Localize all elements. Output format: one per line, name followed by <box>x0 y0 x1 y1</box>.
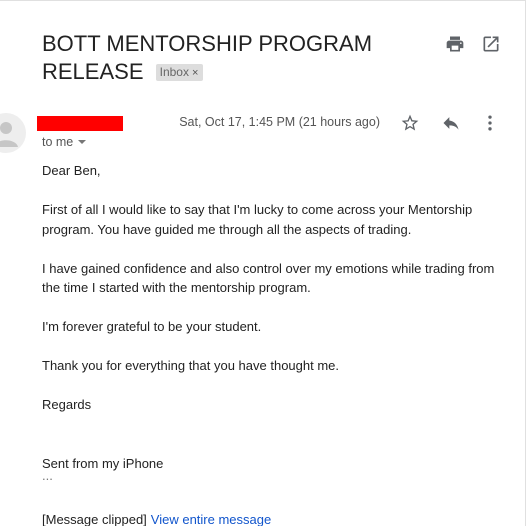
reply-icon[interactable] <box>441 113 461 133</box>
body-closing: Regards <box>42 397 92 412</box>
email-body: Dear Ben, First of all I would like to s… <box>42 161 512 483</box>
body-greeting: Dear Ben, <box>42 163 101 178</box>
star-icon[interactable] <box>400 113 420 133</box>
email-date: Sat, Oct 17, 1:45 PM (21 hours ago) <box>179 115 380 129</box>
print-icon[interactable] <box>445 34 465 54</box>
inbox-label-text: Inbox <box>159 65 189 79</box>
remove-label-icon[interactable]: × <box>192 67 198 79</box>
recipient-text: to me <box>42 135 74 149</box>
body-paragraph-4: Thank you for everything that you have t… <box>42 358 340 373</box>
sender-name-redacted <box>37 116 123 131</box>
message-clipped-text: [Message clipped] <box>42 512 147 526</box>
open-in-new-window-icon[interactable] <box>481 34 501 54</box>
recipient-dropdown[interactable]: to me <box>42 135 87 149</box>
inbox-label-chip[interactable]: Inbox × <box>155 64 204 81</box>
subject-text: BOTT MENTORSHIP PROGRAM RELEASE <box>42 31 373 84</box>
chevron-down-icon <box>78 140 87 144</box>
email-view: BOTT MENTORSHIP PROGRAM RELEASE Inbox × t… <box>0 0 526 526</box>
more-vertical-icon[interactable] <box>480 113 500 133</box>
default-avatar-icon <box>0 113 26 153</box>
body-paragraph-2: I have gained confidence and also contro… <box>42 260 495 296</box>
body-paragraph-3: I'm forever grateful to be your student. <box>42 319 262 334</box>
body-paragraph-1: First of all I would like to say that I'… <box>42 202 473 237</box>
email-subject: BOTT MENTORSHIP PROGRAM RELEASE Inbox × <box>42 30 402 86</box>
message-clipped-notice: [Message clipped] View entire message <box>42 512 271 526</box>
view-entire-message-link[interactable]: View entire message <box>151 512 271 526</box>
